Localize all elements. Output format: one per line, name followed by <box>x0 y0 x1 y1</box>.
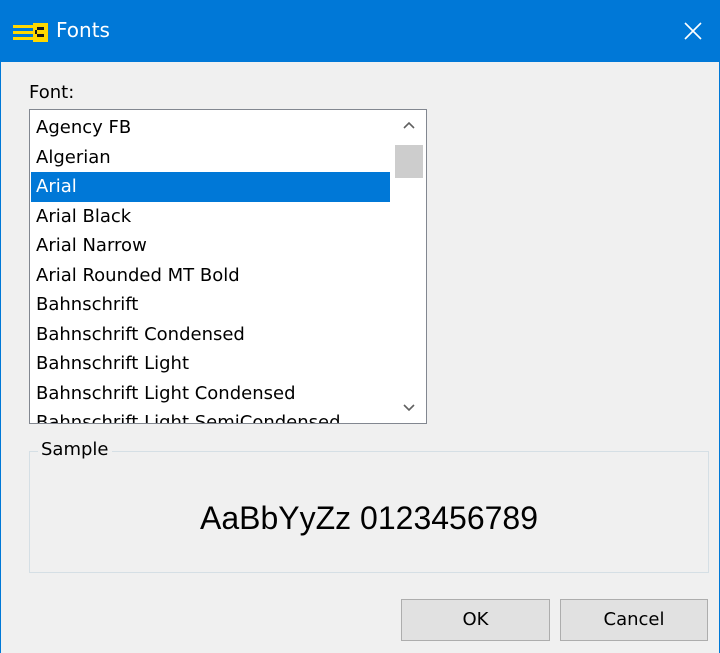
font-list-item[interactable]: Arial Narrow <box>31 231 390 261</box>
sample-groupbox: Sample AaBbYyZz 0123456789 <box>29 438 709 573</box>
title-bar[interactable]: Fonts <box>1 0 720 62</box>
sample-preview-text: AaBbYyZz 0123456789 <box>199 500 539 536</box>
font-list-item[interactable]: Bahnschrift Light SemiCondensed <box>31 408 390 423</box>
scroll-up-button[interactable] <box>392 110 426 140</box>
window-title: Fonts <box>56 18 110 42</box>
font-list-item[interactable]: Agency FB <box>31 113 390 143</box>
font-list-label: Font: <box>29 82 75 103</box>
close-button[interactable] <box>665 0 720 62</box>
font-list-item[interactable]: Arial Black <box>31 202 390 232</box>
scroll-down-button[interactable] <box>392 393 426 423</box>
ok-button[interactable]: OK <box>401 599 550 641</box>
font-list-item[interactable]: Arial Rounded MT Bold <box>31 261 390 291</box>
font-list-item[interactable]: Bahnschrift Condensed <box>31 320 390 350</box>
font-list-item[interactable]: Bahnschrift <box>31 290 390 320</box>
font-list-item[interactable]: Algerian <box>31 143 390 173</box>
font-listbox[interactable]: Agency FB Algerian Arial Arial Black Ari… <box>29 109 427 424</box>
font-list-item[interactable]: Bahnschrift Light <box>31 349 390 379</box>
font-list-items: Agency FB Algerian Arial Arial Black Ari… <box>31 113 390 423</box>
scroll-thumb[interactable] <box>395 145 423 178</box>
cancel-button[interactable]: Cancel <box>560 599 708 641</box>
chevron-down-icon <box>403 404 415 412</box>
sample-label: Sample <box>38 438 112 462</box>
close-icon <box>684 22 702 40</box>
font-list-item[interactable]: Bahnschrift Light Condensed <box>31 379 390 409</box>
fonts-dialog: Fonts Font: Agency FB Algerian Arial Ari… <box>0 0 720 653</box>
fonts-app-icon <box>13 23 48 42</box>
font-list-scrollbar[interactable] <box>392 110 426 423</box>
chevron-up-icon <box>403 121 415 129</box>
font-list-item-selected[interactable]: Arial <box>31 172 390 202</box>
